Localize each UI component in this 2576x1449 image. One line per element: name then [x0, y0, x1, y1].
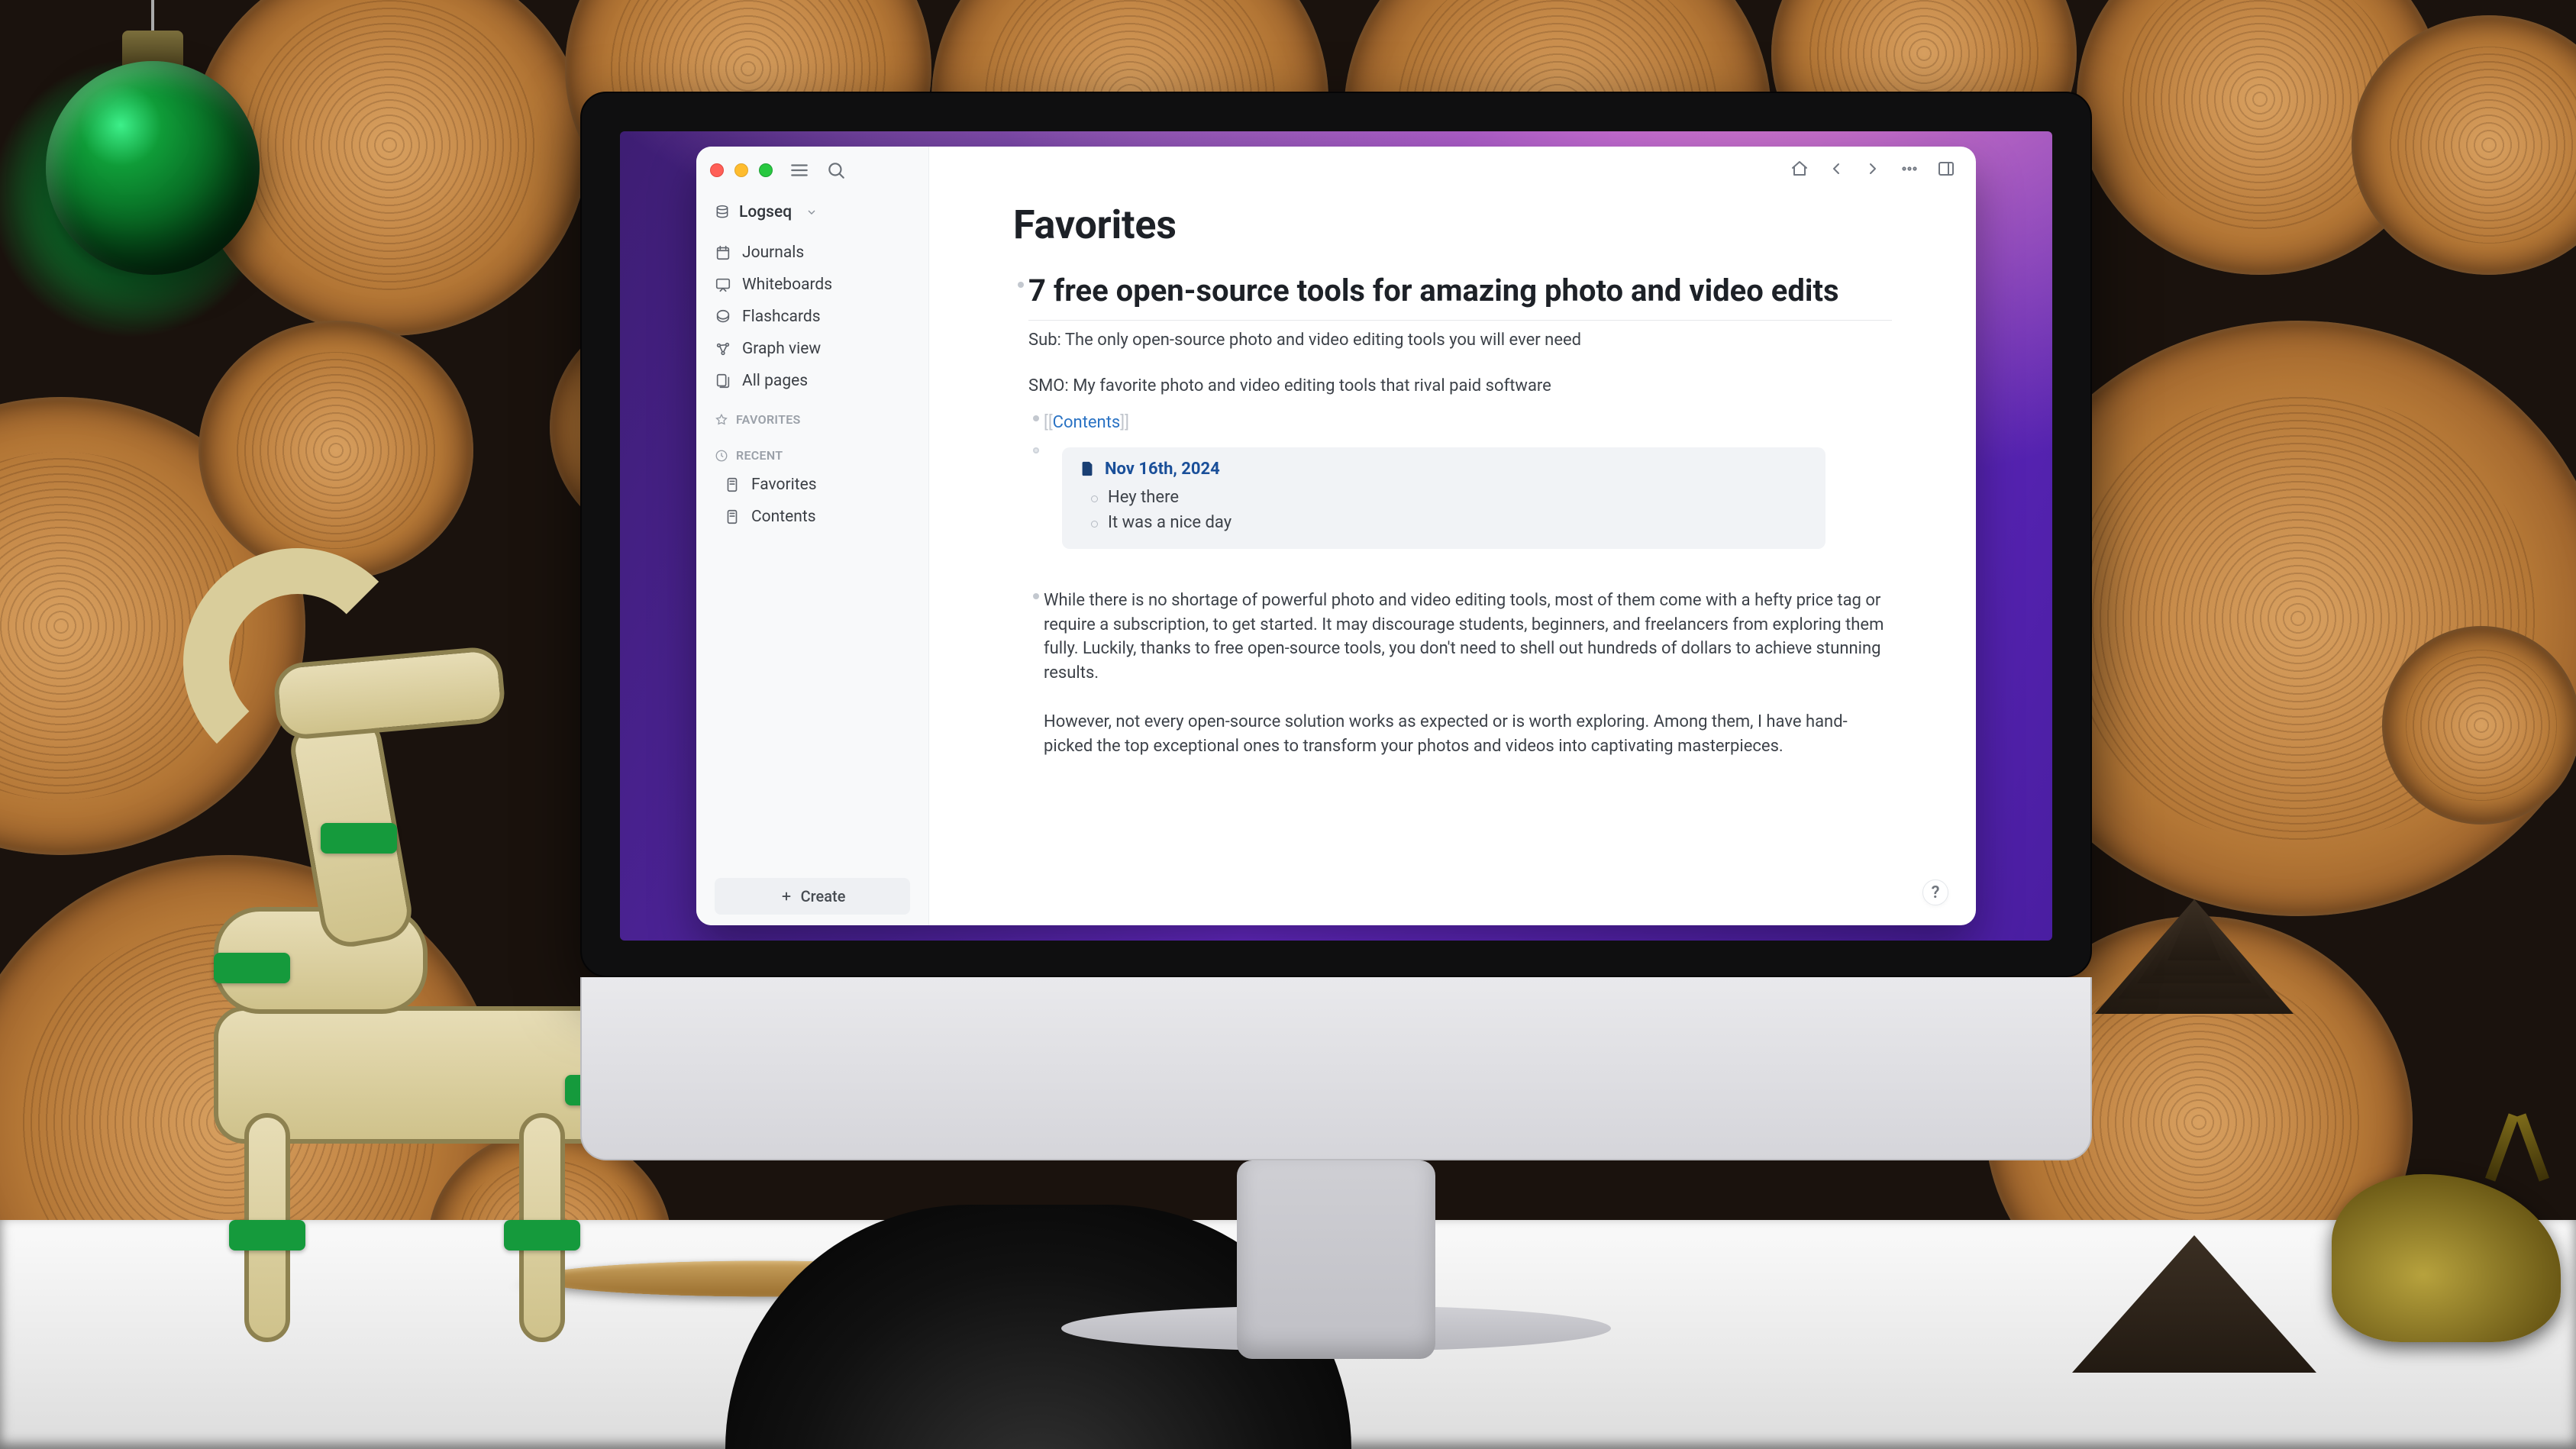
maximize-window-button[interactable] [759, 163, 773, 177]
right-panel-toggle-icon[interactable] [1936, 159, 1956, 179]
nav-back-icon[interactable] [1826, 159, 1846, 179]
nav-label: Flashcards [742, 308, 821, 326]
nav-label: Graph view [742, 340, 821, 358]
menu-icon[interactable] [789, 160, 809, 180]
recent-item-label: Favorites [751, 476, 817, 494]
recent-section-header[interactable]: RECENT [710, 433, 915, 469]
create-button[interactable]: Create [715, 878, 910, 915]
logseq-window: Logseq Journals Whiteboards Flashcards [696, 147, 1976, 925]
bullet-dot[interactable] [1028, 581, 1044, 599]
green-ornament [46, 61, 260, 275]
nav-whiteboards[interactable]: Whiteboards [710, 269, 915, 301]
chevron-down-icon [805, 206, 818, 218]
contents-link[interactable]: [[Contents]] [1044, 403, 1129, 435]
smo-block[interactable]: SMO: My favorite photo and video editing… [1028, 366, 1892, 399]
favorites-section-header[interactable]: FAVORITES [710, 397, 915, 433]
bullet-dot[interactable] [1028, 403, 1044, 421]
section-label: RECENT [736, 448, 783, 463]
wooden-tree [2072, 899, 2316, 1373]
nav-label: Whiteboards [742, 276, 832, 294]
nav-label: Journals [742, 244, 804, 262]
page-heading[interactable]: 7 free open-source tools for amazing pho… [1028, 269, 1892, 321]
search-icon[interactable] [826, 160, 846, 180]
section-label: FAVORITES [736, 412, 801, 427]
create-label: Create [801, 887, 846, 905]
window-controls[interactable] [710, 163, 773, 177]
imac-bezel: Logseq Journals Whiteboards Flashcards [580, 92, 2092, 977]
workspace-switcher[interactable]: Logseq [710, 197, 915, 237]
nav-flashcards[interactable]: Flashcards [710, 301, 915, 333]
page-content[interactable]: Favorites 7 free open-source tools for a… [929, 191, 1976, 925]
help-label: ? [1932, 883, 1940, 902]
bullet-dot[interactable] [1013, 269, 1028, 288]
page-title[interactable]: Favorites [1013, 202, 1892, 248]
nav-all-pages[interactable]: All pages [710, 365, 915, 397]
nav-forward-icon[interactable] [1863, 159, 1883, 179]
workspace-name: Logseq [739, 203, 792, 221]
nav-graph-view[interactable]: Graph view [710, 333, 915, 365]
embed-item[interactable]: Hey there [1108, 485, 1809, 510]
nav-journals[interactable]: Journals [710, 237, 915, 269]
imac: Logseq Journals Whiteboards Flashcards [580, 92, 2092, 1344]
recent-item-label: Contents [751, 508, 816, 526]
recent-item-favorites[interactable]: Favorites [710, 469, 915, 501]
nav-label: All pages [742, 372, 808, 390]
sidebar: Logseq Journals Whiteboards Flashcards [696, 147, 929, 925]
page-icon [1079, 460, 1096, 477]
body-paragraph-2[interactable]: However, not every open-source solution … [1044, 702, 1892, 759]
top-toolbar [929, 147, 1976, 191]
bullet-dot[interactable] [1028, 435, 1044, 453]
help-button[interactable]: ? [1922, 879, 1948, 905]
minimize-window-button[interactable] [734, 163, 748, 177]
close-window-button[interactable] [710, 163, 724, 177]
embed-item[interactable]: It was a nice day [1108, 510, 1809, 535]
embed-date-link[interactable]: Nov 16th, 2024 [1105, 460, 1220, 479]
recent-item-contents[interactable]: Contents [710, 501, 915, 533]
home-icon[interactable] [1790, 159, 1809, 179]
main-area: Favorites 7 free open-source tools for a… [929, 147, 1976, 925]
sub-block[interactable]: Sub: The only open-source photo and vide… [1028, 321, 1892, 353]
imac-screen: Logseq Journals Whiteboards Flashcards [620, 131, 2052, 941]
more-icon[interactable] [1900, 159, 1919, 179]
body-paragraph-1[interactable]: While there is no shortage of powerful p… [1044, 581, 1892, 686]
journal-embed[interactable]: Nov 16th, 2024 Hey there It was a nice d… [1062, 447, 1825, 549]
